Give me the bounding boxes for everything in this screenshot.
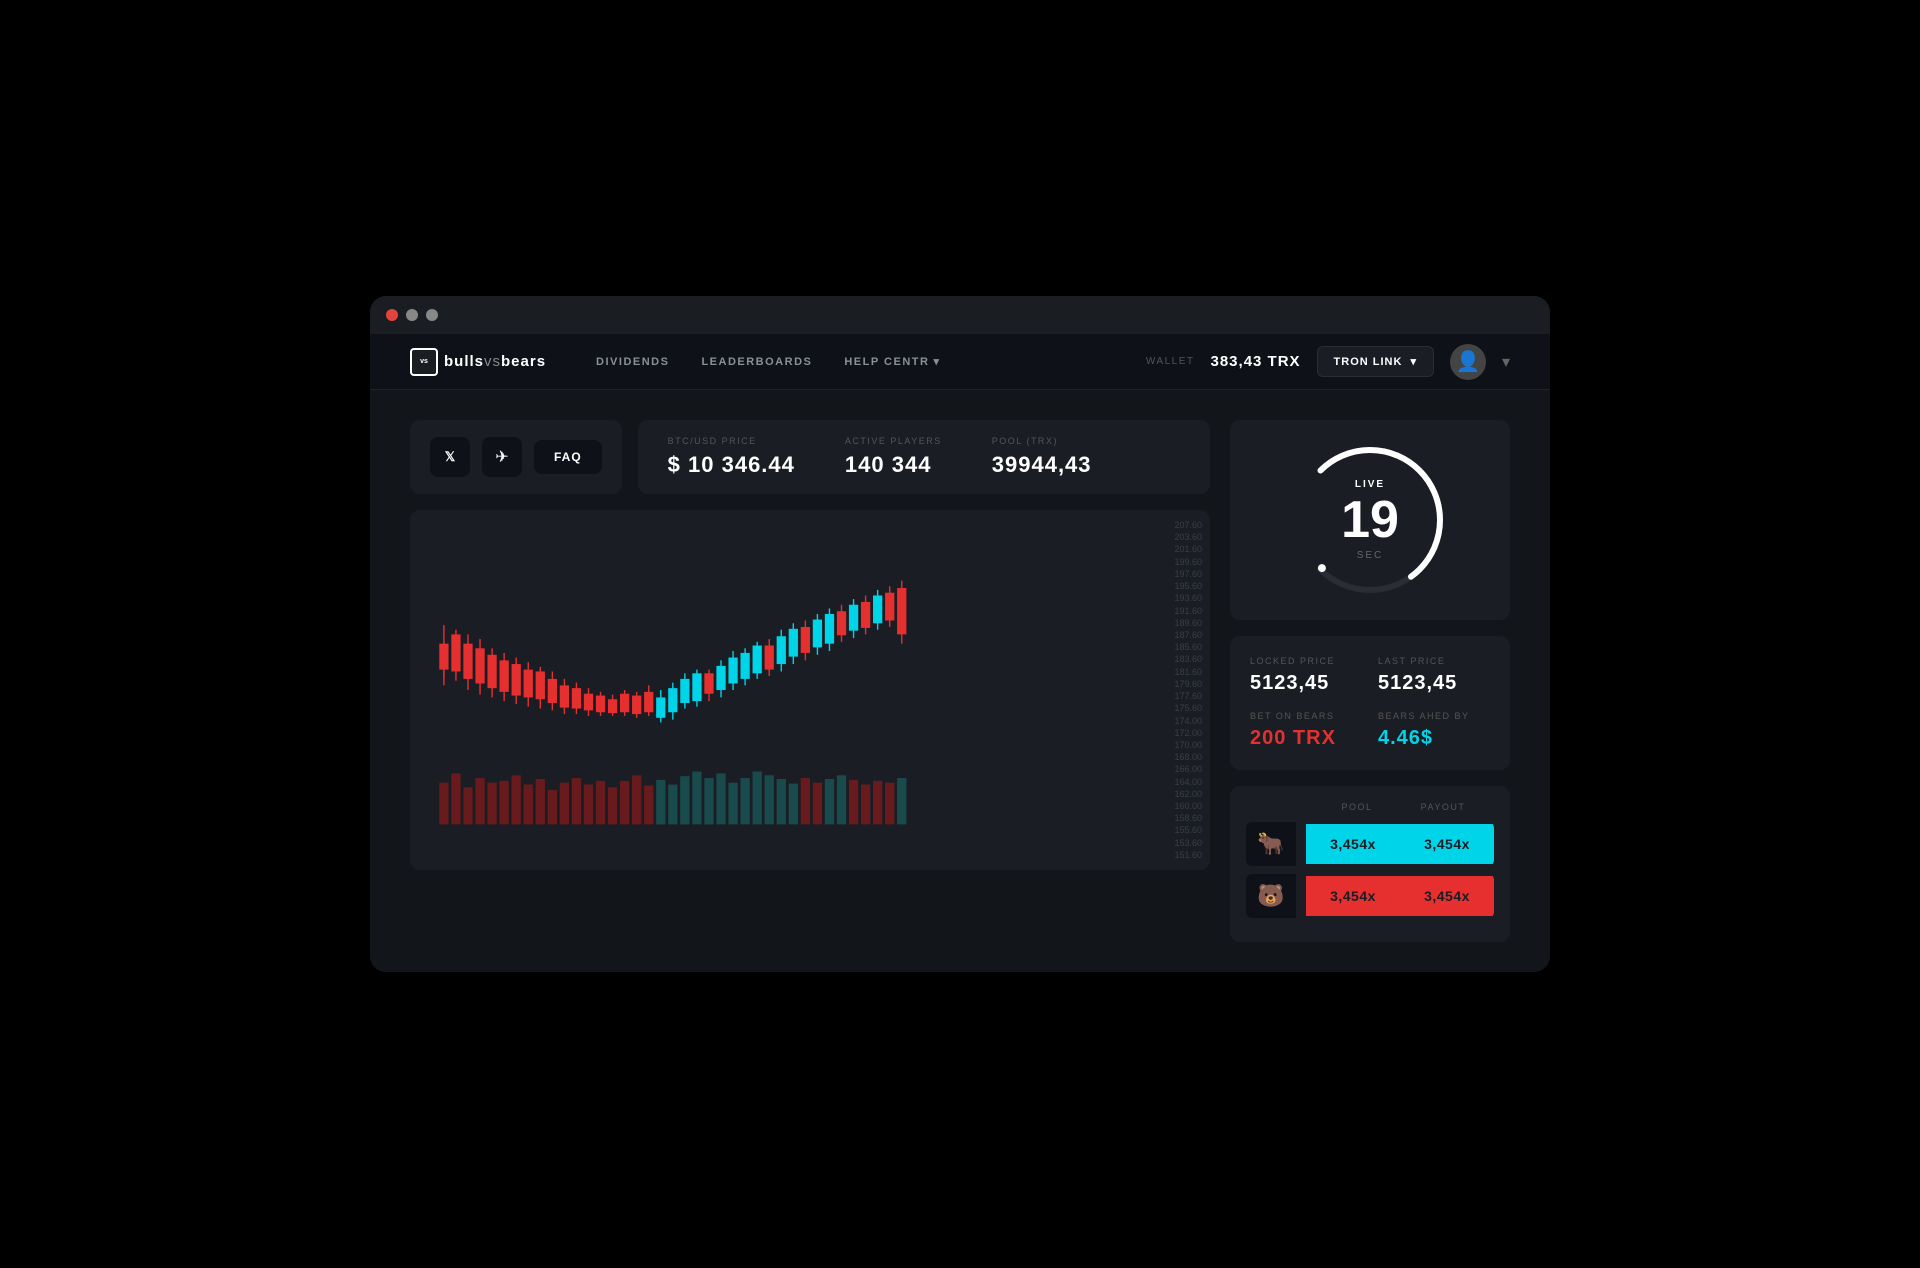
stat-pool: POOL (TRX) 39944,43 <box>992 436 1092 478</box>
stats-box: BTC/USD PRICE $ 10 346.44 ACTIVE PLAYERS… <box>638 420 1210 494</box>
last-price-value: 5123,45 <box>1378 672 1490 695</box>
bears-ahead-item: BEARS AHED BY 4.46$ <box>1378 711 1490 750</box>
logo-icon: vs <box>410 348 438 376</box>
timer-circle: LIVE 19 SEC <box>1290 440 1450 600</box>
navbar: vs bullsvsbears DIVIDENDS LEADERBOARDS H… <box>370 334 1550 390</box>
bear-icon: 🐻 <box>1246 874 1296 918</box>
bull-icon: 🐂 <box>1246 822 1296 866</box>
bet-bears-item: BET ON BEARS 200 TRX <box>1250 711 1362 750</box>
help-chevron-icon: ▾ <box>933 355 940 368</box>
pool-row-bull: 🐂 3,454x 3,454x <box>1246 822 1494 866</box>
twitter-icon: 𝕏 <box>445 449 455 465</box>
pool-row-bear: 🐻 3,454x 3,454x <box>1246 874 1494 918</box>
pool-table: POOL PAYOUT 🐂 3,454x 3,454x <box>1230 786 1510 942</box>
logo-text: bullsvsbears <box>444 353 546 370</box>
nav-dividends[interactable]: DIVIDENDS <box>596 355 669 368</box>
close-dot[interactable] <box>386 309 398 321</box>
left-panel: 𝕏 ✈ FAQ BTC/USD PRICE $ 10 346.44 <box>410 420 1210 942</box>
top-bar: 𝕏 ✈ FAQ BTC/USD PRICE $ 10 346.44 <box>410 420 1210 494</box>
last-price-item: LAST PRICE 5123,45 <box>1378 656 1490 695</box>
stat-active-players: ACTIVE PLAYERS 140 344 <box>845 436 942 478</box>
faq-button[interactable]: FAQ <box>534 440 602 474</box>
stat-pool-value: 39944,43 <box>992 452 1092 478</box>
browser-window: vs bullsvsbears DIVIDENDS LEADERBOARDS H… <box>370 296 1550 972</box>
candlestick-chart <box>430 530 1190 850</box>
timer-number: 19 <box>1341 494 1399 546</box>
stat-pool-label: POOL (TRX) <box>992 436 1092 446</box>
bear-pool-value: 3,454x <box>1306 876 1400 916</box>
telegram-icon: ✈ <box>495 447 508 467</box>
locked-price-item: LOCKED PRICE 5123,45 <box>1250 656 1362 695</box>
user-chevron-icon: ▾ <box>1502 352 1510 372</box>
tron-link-button[interactable]: TRON LINK ▾ <box>1317 346 1434 377</box>
stat-active-players-value: 140 344 <box>845 452 942 478</box>
stat-btc-price: BTC/USD PRICE $ 10 346.44 <box>668 436 795 478</box>
timer-box: LIVE 19 SEC <box>1230 420 1510 620</box>
bears-ahead-label: BEARS AHED BY <box>1378 711 1490 721</box>
last-price-label: LAST PRICE <box>1378 656 1490 666</box>
browser-content: vs bullsvsbears DIVIDENDS LEADERBOARDS H… <box>370 334 1550 972</box>
bear-payout-value: 3,454x <box>1400 876 1494 916</box>
avatar[interactable]: 👤 <box>1450 344 1486 380</box>
browser-titlebar <box>370 296 1550 334</box>
right-panel: LIVE 19 SEC LOCKED PRICE 5123,45 LAST PR… <box>1230 420 1510 942</box>
timer-sec-label: SEC <box>1341 550 1399 561</box>
twitter-button[interactable]: 𝕏 <box>430 437 470 477</box>
pool-header-payout: PAYOUT <box>1400 802 1486 812</box>
stat-btc-price-value: $ 10 346.44 <box>668 452 795 478</box>
stat-active-players-label: ACTIVE PLAYERS <box>845 436 942 446</box>
bears-ahead-value: 4.46$ <box>1378 727 1490 750</box>
pool-table-header: POOL PAYOUT <box>1246 802 1494 812</box>
nav-leaderboards[interactable]: LEADERBOARDS <box>701 355 812 368</box>
price-axis: 207.60 203.60 201.60 199.60 197.60 195.6… <box>1174 520 1202 860</box>
timer-live-label: LIVE <box>1341 479 1399 490</box>
locked-price-value: 5123,45 <box>1250 672 1362 695</box>
bull-pool-value: 3,454x <box>1306 824 1400 864</box>
stat-btc-price-label: BTC/USD PRICE <box>668 436 795 446</box>
price-info-box: LOCKED PRICE 5123,45 LAST PRICE 5123,45 … <box>1230 636 1510 770</box>
wallet-label: WALLET <box>1146 356 1195 367</box>
bet-bears-label: BET ON BEARS <box>1250 711 1362 721</box>
pool-header-pool: POOL <box>1314 802 1400 812</box>
wallet-value: 383,43 TRX <box>1211 353 1301 370</box>
timer-inner: LIVE 19 SEC <box>1341 479 1399 561</box>
nav-help[interactable]: HELP CENTR ▾ <box>844 355 940 368</box>
maximize-dot[interactable] <box>426 309 438 321</box>
nav-right: WALLET 383,43 TRX TRON LINK ▾ 👤 ▾ <box>1146 344 1510 380</box>
logo[interactable]: vs bullsvsbears <box>410 348 546 376</box>
social-box: 𝕏 ✈ FAQ <box>410 420 622 494</box>
bet-bears-value: 200 TRX <box>1250 727 1362 750</box>
chart-container: 207.60 203.60 201.60 199.60 197.60 195.6… <box>410 510 1210 870</box>
telegram-button[interactable]: ✈ <box>482 437 522 477</box>
locked-price-label: LOCKED PRICE <box>1250 656 1362 666</box>
tron-chevron-icon: ▾ <box>1410 355 1417 368</box>
bull-payout-value: 3,454x <box>1400 824 1494 864</box>
minimize-dot[interactable] <box>406 309 418 321</box>
logo-icon-text: vs <box>420 358 428 365</box>
main-content: 𝕏 ✈ FAQ BTC/USD PRICE $ 10 346.44 <box>370 390 1550 972</box>
nav-links: DIVIDENDS LEADERBOARDS HELP CENTR ▾ <box>596 355 1106 368</box>
